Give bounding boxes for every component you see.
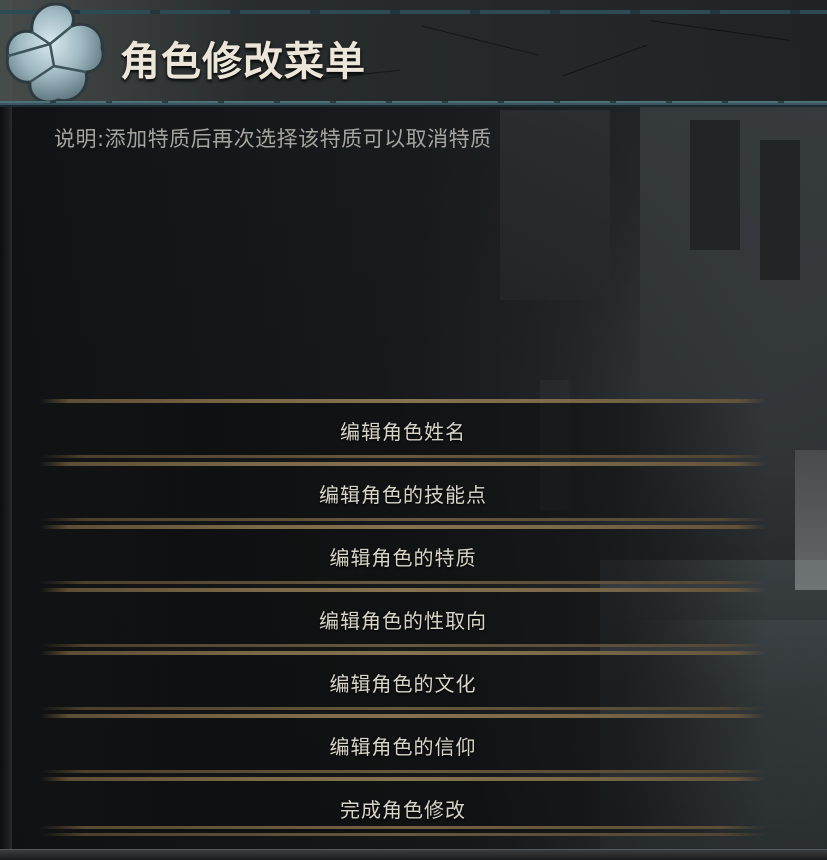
menu-item-edit-name[interactable]: 编辑角色姓名 xyxy=(40,398,766,461)
menu-item-label: 编辑角色的特质 xyxy=(329,546,477,570)
instruction-text: 说明:添加特质后再次选择该特质可以取消特质 xyxy=(54,127,492,151)
menu-item-label: 完成角色修改 xyxy=(340,798,466,822)
background-building xyxy=(500,110,610,300)
frame-bottom-border xyxy=(0,849,827,860)
menu-item-label: 编辑角色的信仰 xyxy=(329,735,477,759)
menu-item-label: 编辑角色的技能点 xyxy=(319,483,487,507)
menu-item-label: 编辑角色姓名 xyxy=(340,420,466,444)
background-waterfall xyxy=(795,450,827,590)
menu-divider xyxy=(40,826,766,829)
menu-item-label: 编辑角色的文化 xyxy=(329,672,477,696)
background-window xyxy=(760,140,800,280)
menu-item-finish[interactable]: 完成角色修改 xyxy=(40,776,766,839)
menu-list: 编辑角色姓名 编辑角色的技能点 编辑角色的特质 编辑角色的性取向 编辑角色的文化… xyxy=(40,398,766,839)
title-bar: 角色修改菜单 xyxy=(0,0,827,105)
frame-left-border xyxy=(0,0,12,860)
menu-item-edit-faith[interactable]: 编辑角色的信仰 xyxy=(40,713,766,776)
menu-item-label: 编辑角色的性取向 xyxy=(319,609,487,633)
menu-item-edit-culture[interactable]: 编辑角色的文化 xyxy=(40,650,766,713)
page-title: 角色修改菜单 xyxy=(120,39,366,85)
menu-item-edit-traits[interactable]: 编辑角色的特质 xyxy=(40,524,766,587)
stone-emblem-icon xyxy=(5,2,105,104)
menu-item-edit-skill-points[interactable]: 编辑角色的技能点 xyxy=(40,461,766,524)
dialog-window: 角色修改菜单 说明:添加特质后再次选择该特质可以取消特质 编辑角色姓名 编辑角色… xyxy=(0,0,827,860)
background-window xyxy=(690,120,740,250)
menu-item-edit-orientation[interactable]: 编辑角色的性取向 xyxy=(40,587,766,650)
